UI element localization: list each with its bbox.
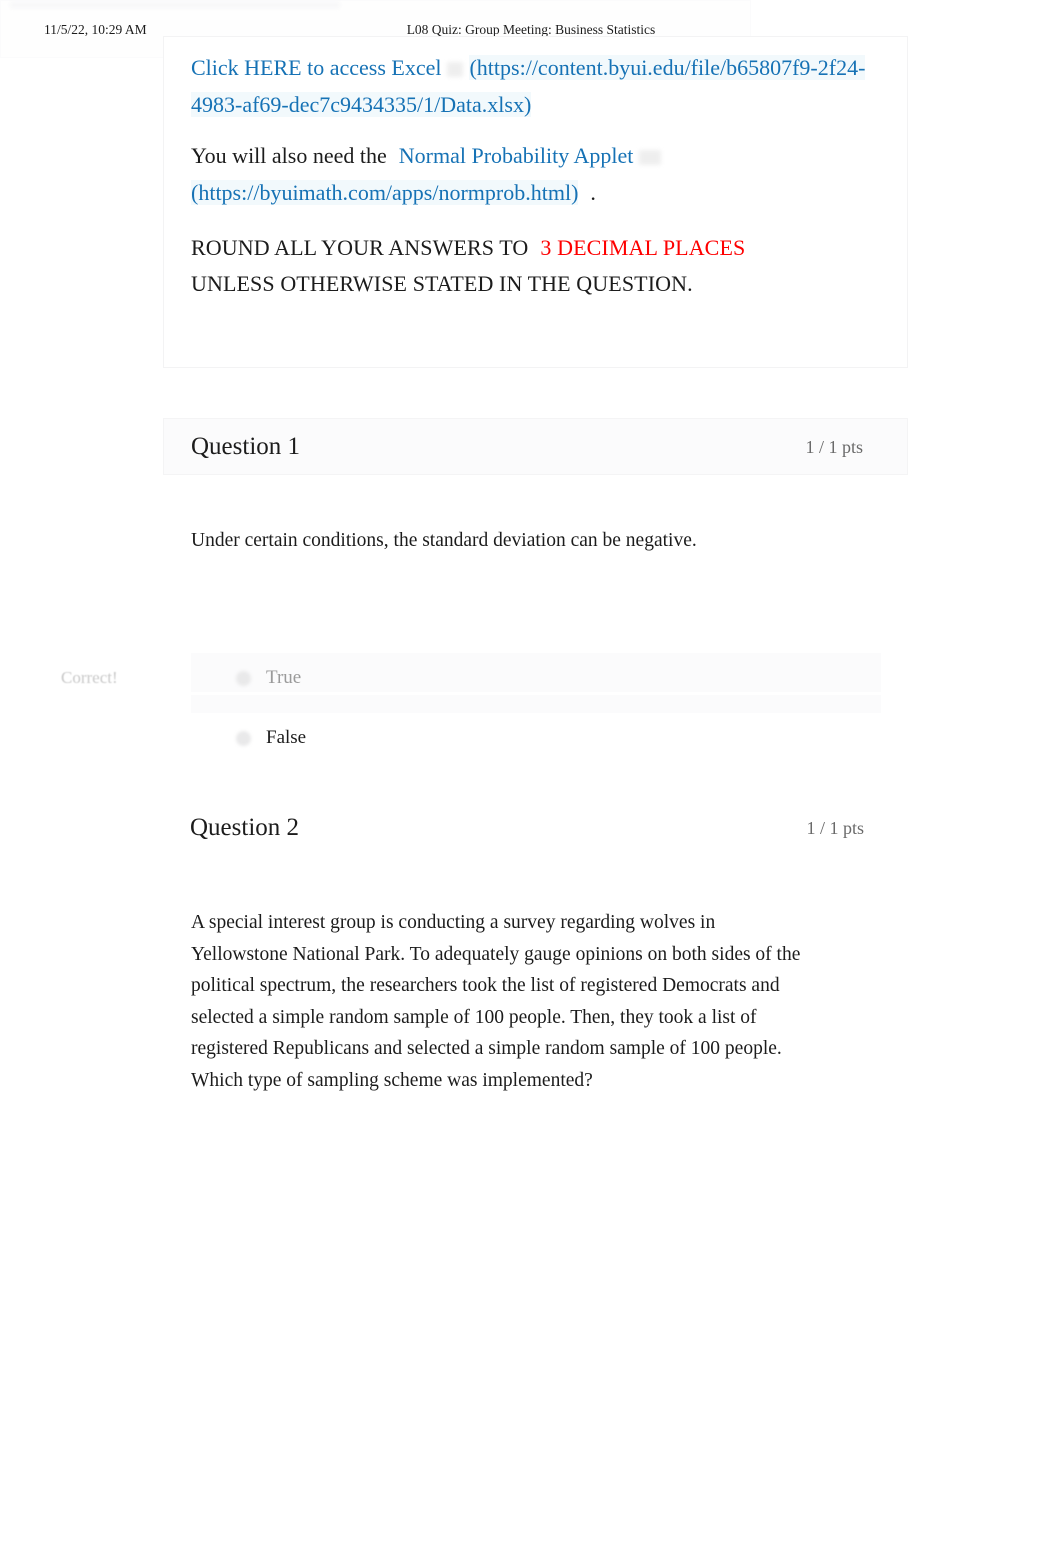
excel-data-link[interactable]: Click HERE to access Excel bbox=[191, 55, 441, 80]
question-1-answer-option-true[interactable]: True bbox=[191, 653, 881, 713]
rounding-suffix-text: UNLESS OTHERWISE STATED IN THE QUESTION. bbox=[191, 271, 693, 296]
applet-resource-line: You will also need the Normal Probability… bbox=[191, 137, 881, 211]
answer-label: False bbox=[266, 727, 307, 748]
question-1-answer-option-false[interactable]: False bbox=[191, 713, 881, 773]
link-icon bbox=[447, 62, 464, 78]
rounding-instruction-line-1: ROUND ALL YOUR ANSWERS TO 3 DECIMAL PLACE… bbox=[191, 229, 881, 266]
question-2-prompt: A special interest group is conducting a… bbox=[191, 912, 801, 1091]
rounding-instruction-line-2: UNLESS OTHERWISE STATED IN THE QUESTION. bbox=[191, 266, 881, 302]
question-2-body: A special interest group is conducting a… bbox=[163, 857, 908, 1160]
ghost-text-line bbox=[10, 2, 340, 8]
question-1-prompt: Under certain conditions, the standard d… bbox=[191, 530, 697, 551]
question-block-2: Question 2 1 / 1 pts A special interest … bbox=[163, 800, 908, 1160]
radio-button-icon[interactable] bbox=[236, 671, 251, 686]
question-2-header: Question 2 1 / 1 pts bbox=[163, 800, 908, 857]
rounding-prefix-text: ROUND ALL YOUR ANSWERS TO bbox=[191, 235, 529, 260]
quiz-description-body: Click HERE to access Excel (https://conte… bbox=[191, 49, 881, 302]
question-1-body: Under certain conditions, the standard d… bbox=[163, 475, 908, 748]
question-block-1: Question 1 1 / 1 pts Under certain condi… bbox=[163, 418, 908, 748]
excel-resource-line: Click HERE to access Excel (https://conte… bbox=[191, 49, 881, 123]
question-1-title: Question 1 bbox=[191, 433, 301, 460]
question-1-points: 1 / 1 pts bbox=[805, 437, 863, 457]
quiz-description-card: Click HERE to access Excel (https://conte… bbox=[163, 36, 908, 368]
question-1-header: Question 1 1 / 1 pts bbox=[163, 418, 908, 475]
external-link-icon bbox=[639, 150, 662, 166]
question-1-feedback-tag: Correct! bbox=[61, 668, 118, 687]
page-break-clip-edge bbox=[163, 692, 908, 695]
radio-button-icon[interactable] bbox=[236, 731, 251, 746]
applet-lead-in-text: You will also need the bbox=[191, 143, 387, 168]
question-2-title: Question 2 bbox=[190, 814, 300, 841]
question-2-points: 1 / 1 pts bbox=[806, 818, 864, 838]
answer-label: True bbox=[266, 667, 302, 688]
applet-line-period: . bbox=[590, 180, 596, 205]
normal-probability-applet-link[interactable]: Normal Probability Applet bbox=[399, 143, 634, 168]
rounding-emphasis-text: 3 DECIMAL PLACES bbox=[540, 235, 746, 260]
normal-probability-applet-url[interactable]: (https://byuimath.com/apps/normprob.html… bbox=[191, 180, 579, 205]
